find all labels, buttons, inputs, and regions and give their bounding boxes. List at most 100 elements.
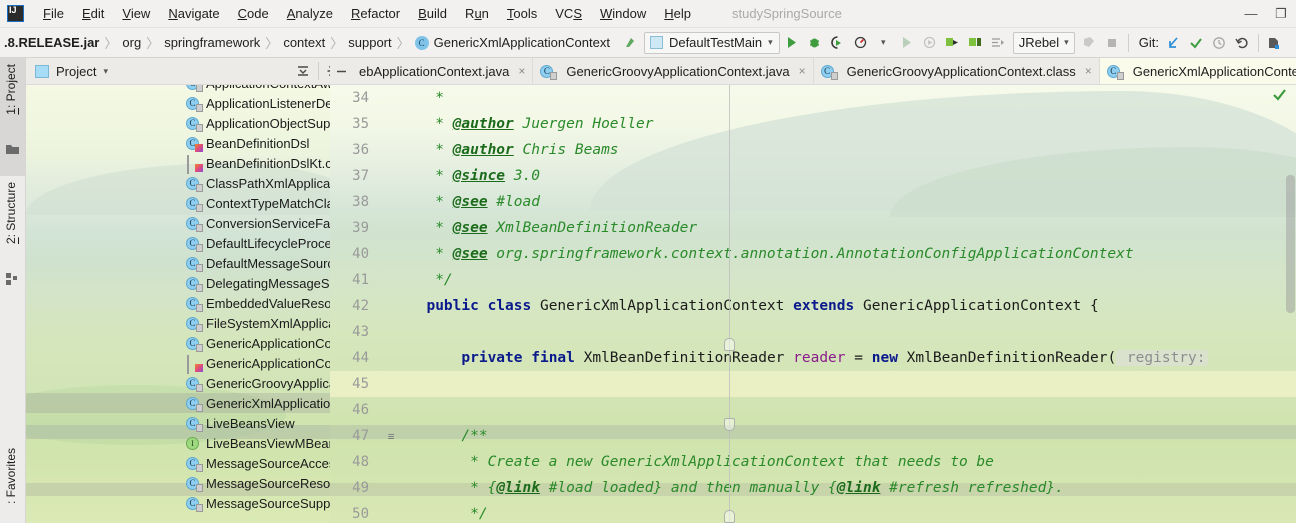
menu-item-analyze[interactable]: Analyze [278, 4, 342, 23]
tree-item[interactable]: C ContextTypeMatchClassLoade [26, 193, 370, 213]
code-line[interactable]: 46 [330, 397, 1296, 423]
sidebar-item-project[interactable]: 1: Project [4, 64, 18, 115]
menu-item-file[interactable]: File [34, 4, 73, 23]
menu-item-navigate[interactable]: Navigate [159, 4, 228, 23]
editor-tab[interactable]: ebApplicationContext.java × [352, 58, 534, 84]
tree-item[interactable]: C BeanDefinitionDsl [26, 133, 370, 153]
editor-tab[interactable]: C GenericXmlApplicationContext.java [1099, 58, 1296, 84]
menu-item-view[interactable]: View [113, 4, 159, 23]
code-line[interactable]: 37 * @since 3.0 [330, 163, 1296, 189]
sidebar-item-structure[interactable]: 2: Structure [4, 182, 18, 244]
tree-item[interactable]: BeanDefinitionDslKt.class [26, 153, 370, 174]
breadcrumb-item[interactable]: context [283, 35, 325, 50]
code-line[interactable]: 50 */ [330, 501, 1296, 523]
menu-item-help[interactable]: Help [655, 4, 700, 23]
fold-marker-end-icon[interactable] [724, 418, 735, 431]
tree-item[interactable]: C GenericXmlApplicationContext [26, 393, 370, 413]
search-everywhere-icon[interactable] [1263, 31, 1286, 55]
menu-item-code[interactable]: Code [229, 4, 278, 23]
close-icon[interactable]: × [799, 64, 806, 78]
class-icon: C [540, 64, 558, 80]
tree-item[interactable]: C MessageSourceAccessor [26, 453, 370, 473]
code-line[interactable]: 48 * Create a new GenericXmlApplicationC… [330, 449, 1296, 475]
tree-item[interactable]: C FileSystemXmlApplicationCont [26, 313, 370, 333]
tree-item[interactable]: C ConversionServiceFactoryBear [26, 213, 370, 233]
run-icon[interactable] [780, 31, 803, 55]
git-rollback-icon[interactable] [1231, 31, 1254, 55]
code-line[interactable]: 39 * @see XmlBeanDefinitionReader [330, 215, 1296, 241]
tree-item[interactable]: C DelegatingMessageSource [26, 273, 370, 293]
chevron-down-icon[interactable]: ▾ [103, 66, 108, 77]
back-arrow-icon[interactable] [620, 35, 642, 50]
debug-icon[interactable] [803, 31, 826, 55]
run-with-coverage-icon[interactable] [826, 31, 849, 55]
menu-item-refactor[interactable]: Refactor [342, 4, 409, 23]
code-line[interactable]: 44 private final XmlBeanDefinitionReader… [330, 345, 1296, 371]
close-icon[interactable]: × [1085, 64, 1092, 78]
code-line[interactable]: 49 * {@link #load loaded} and then manua… [330, 475, 1296, 501]
tree-item[interactable]: C MessageSourceResourceBunc [26, 473, 370, 493]
code-line[interactable]: 43 [330, 319, 1296, 345]
fold-marker-start-icon[interactable] [724, 510, 735, 523]
collapse-all-icon[interactable] [292, 60, 314, 82]
code-text: * [404, 90, 1296, 106]
tree-item[interactable]: CApplicationContextAwareProc [26, 85, 370, 93]
code-line[interactable]: 36 * @author Chris Beams [330, 137, 1296, 163]
code-line[interactable]: 42 public class GenericXmlApplicationCon… [330, 293, 1296, 319]
tree-item[interactable]: GenericApplicationContextExte [26, 353, 370, 374]
tree-item[interactable]: C ClassPathXmlApplicationConte [26, 173, 370, 193]
code-line[interactable]: 41 */ [330, 267, 1296, 293]
menu-item-tools[interactable]: Tools [498, 4, 546, 23]
git-history-icon[interactable] [1208, 31, 1231, 55]
tree-item[interactable]: C EmbeddedValueResolutionSup [26, 293, 370, 313]
maximize-button[interactable]: ❐ [1266, 1, 1296, 27]
tree-item[interactable]: C LiveBeansView [26, 413, 370, 433]
tree-item[interactable]: C DefaultMessageSourceResolv [26, 253, 370, 273]
fold-indicator[interactable]: ≡ [378, 430, 404, 443]
editor-tab[interactable]: C GenericGroovyApplicationContext.java × [533, 58, 814, 84]
breadcrumb-item[interactable]: springframework [164, 35, 260, 50]
fold-marker-start-icon[interactable] [724, 338, 735, 351]
tree-item[interactable]: C ApplicationListenerDetector [26, 93, 370, 113]
editor-scrollbar[interactable] [1286, 175, 1295, 313]
git-commit-icon[interactable] [1185, 31, 1208, 55]
code-line[interactable]: 35 * @author Juergen Hoeller [330, 111, 1296, 137]
hide-tabs-icon[interactable] [330, 58, 352, 84]
code-line[interactable]: 34 * [330, 85, 1296, 111]
run-configuration-selector[interactable]: DefaultTestMain ▾ [643, 31, 780, 54]
tree-item[interactable]: C MessageSourceSupport [26, 493, 370, 513]
menu-item-window[interactable]: Window [591, 4, 655, 23]
menu-item-vcs[interactable]: VCS [546, 4, 591, 23]
tree-item[interactable]: I LiveBeansViewMBean [26, 433, 370, 453]
tree-item[interactable]: C GenericApplicationContext [26, 333, 370, 353]
code-editor[interactable]: 34 * 35 * @author Juergen Hoeller 36 * @a… [330, 85, 1296, 523]
profile-dropdown-icon[interactable]: ▾ [872, 31, 895, 55]
breadcrumb-item[interactable]: support [348, 35, 391, 50]
tree-item[interactable]: C ApplicationObjectSupport [26, 113, 370, 133]
sidebar-item-favorites[interactable]: : Favorites [4, 448, 18, 504]
git-update-icon[interactable] [1162, 31, 1185, 55]
minimize-button[interactable]: — [1236, 1, 1266, 27]
attach-debug-icon[interactable] [964, 31, 987, 55]
breadcrumb-item[interactable]: .8.RELEASE.jar [4, 35, 99, 50]
editor-tab[interactable]: C GenericGroovyApplicationContext.class × [814, 58, 1100, 84]
code-line[interactable]: 45 [330, 371, 1296, 397]
project-tree[interactable]: CApplicationContextAwareProcCApplication… [26, 85, 370, 523]
profile-icon[interactable] [849, 31, 872, 55]
run-dashboard-icon[interactable] [987, 31, 1010, 55]
checkmark-icon[interactable] [1272, 87, 1287, 105]
code-line[interactable]: 38 * @see #load [330, 189, 1296, 215]
breadcrumb-item[interactable]: C GenericXmlApplicationContext [414, 35, 610, 50]
menu-item-build[interactable]: Build [409, 4, 456, 23]
breadcrumb-item[interactable]: org [122, 35, 141, 50]
menu-item-edit[interactable]: Edit [73, 4, 113, 23]
menu-item-run[interactable]: Run [456, 4, 498, 23]
code-line[interactable]: 40 * @see org.springframework.context.an… [330, 241, 1296, 267]
tree-item[interactable]: C DefaultLifecycleProcessor [26, 233, 370, 253]
code-line[interactable]: 47 ≡ /** [330, 423, 1296, 449]
jrebel-selector[interactable]: JRebel ▾ [1012, 31, 1075, 54]
attach-icon[interactable] [941, 31, 964, 55]
tree-item[interactable]: C GenericGroovyApplicationCon [26, 373, 370, 393]
close-icon[interactable]: × [518, 64, 525, 78]
